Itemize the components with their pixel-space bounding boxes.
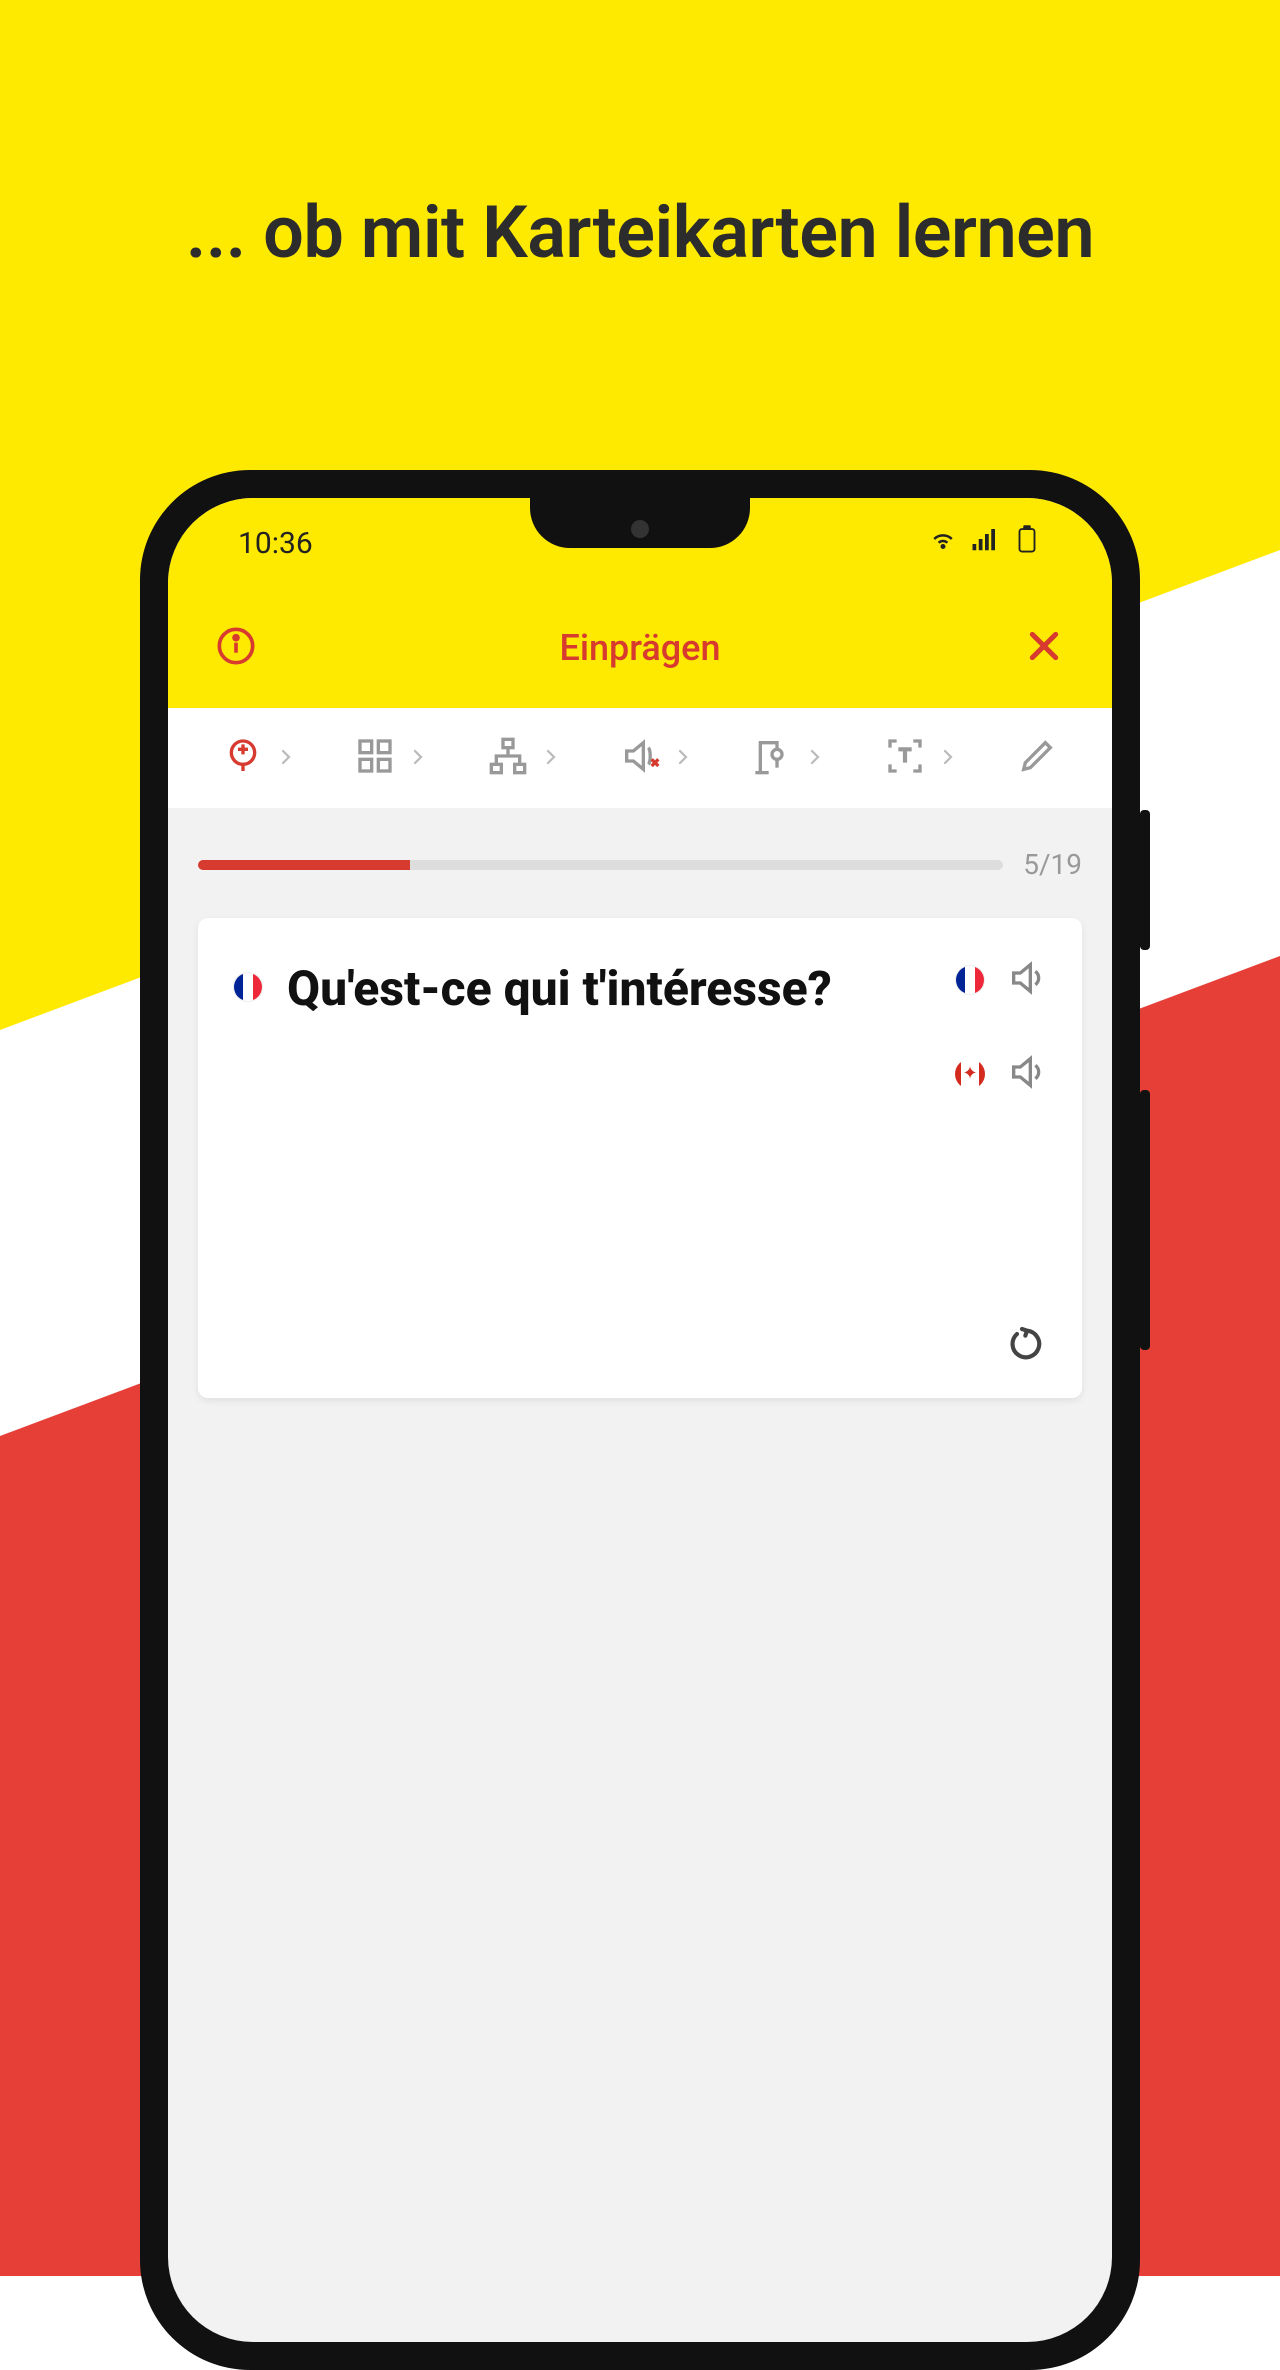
title-bar: Einprägen xyxy=(168,588,1112,708)
phone-screen: 10:36 Einprägen xyxy=(168,498,1112,2342)
battery-icon xyxy=(1012,524,1042,562)
activity-hangman-icon[interactable] xyxy=(752,736,792,780)
wifi-icon xyxy=(928,524,958,562)
page-title: Einprägen xyxy=(264,627,1016,669)
activity-tree-icon[interactable] xyxy=(488,736,528,780)
info-icon[interactable] xyxy=(208,626,264,670)
activity-audio-icon[interactable] xyxy=(620,736,660,780)
close-icon[interactable] xyxy=(1016,626,1072,670)
status-time: 10:36 xyxy=(238,526,313,561)
speaker-icon[interactable] xyxy=(1007,958,1047,1002)
signal-icon xyxy=(970,524,1000,562)
chevron-right-icon xyxy=(409,744,427,772)
progress-label: 5/19 xyxy=(1023,848,1082,881)
chevron-right-icon xyxy=(939,744,957,772)
activity-grid-icon[interactable] xyxy=(355,736,395,780)
activity-scan-text-icon[interactable] xyxy=(885,736,925,780)
progress-row: 5/19 xyxy=(168,808,1112,906)
status-icons xyxy=(928,524,1042,562)
card-question-text: Qu'est-ce qui t'intéresse? xyxy=(287,958,911,1020)
chevron-right-icon xyxy=(542,744,560,772)
chevron-right-icon xyxy=(806,744,824,772)
activity-memorize-icon[interactable] xyxy=(223,736,263,780)
flashcard[interactable]: Qu'est-ce qui t'intéresse? xyxy=(198,918,1082,1398)
activity-write-icon[interactable] xyxy=(1017,736,1057,780)
flip-card-icon[interactable] xyxy=(1007,1324,1047,1368)
chevron-right-icon xyxy=(674,744,692,772)
flag-canada-icon: ✦ xyxy=(955,1059,985,1089)
speaker-icon[interactable] xyxy=(1007,1052,1047,1096)
phone-frame: 10:36 Einprägen xyxy=(140,470,1140,2370)
phone-notch xyxy=(530,498,750,548)
activity-bar xyxy=(168,708,1112,808)
chevron-right-icon xyxy=(277,744,295,772)
progress-fill xyxy=(198,860,410,870)
progress-bar xyxy=(198,860,1003,870)
flag-france-icon xyxy=(233,972,263,1002)
phone-side-button-2 xyxy=(1140,1090,1150,1350)
headline-text: ... ob mit Karteikarten lernen xyxy=(0,190,1280,275)
phone-side-button-1 xyxy=(1140,810,1150,950)
flag-france-icon xyxy=(955,965,985,995)
